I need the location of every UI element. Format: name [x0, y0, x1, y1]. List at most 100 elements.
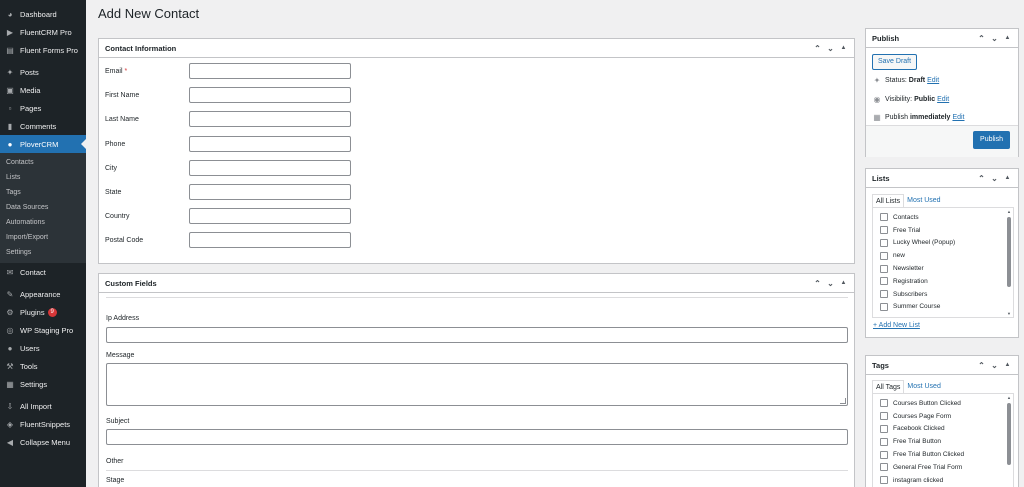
sidebar-item-wp-staging-pro[interactable]: ◎ WP Staging Pro — [0, 321, 86, 339]
submenu-item-data-sources[interactable]: Data Sources — [0, 200, 86, 215]
submenu-item-settings[interactable]: Settings — [0, 245, 86, 260]
sidebar-item-fluent-forms-pro[interactable]: ▤ Fluent Forms Pro — [0, 41, 86, 59]
publish-button[interactable]: Publish — [973, 131, 1010, 149]
sidebar-item-fluentcrm-pro[interactable]: ▶ FluentCRM Pro — [0, 23, 86, 41]
checklist-item[interactable]: Courses Page Form — [873, 410, 1013, 423]
sidebar-item-settings[interactable]: ▦ Settings — [0, 375, 86, 393]
checkbox[interactable] — [880, 238, 888, 247]
email-label: Email * — [105, 67, 128, 75]
submenu-item-import-export[interactable]: Import/Export — [0, 230, 86, 245]
subject-input[interactable] — [106, 429, 848, 445]
phone-input[interactable] — [189, 136, 351, 152]
checkbox[interactable] — [880, 476, 888, 485]
submenu-item-tags[interactable]: Tags — [0, 185, 86, 200]
chevron-down-icon[interactable]: ⌄ — [988, 361, 1001, 370]
checkbox[interactable] — [880, 424, 888, 433]
checklist-item[interactable]: Courses Button Clicked — [873, 397, 1013, 410]
sidebar-item-plugins[interactable]: ⚙ Plugins 9 — [0, 303, 86, 321]
checkbox[interactable] — [880, 226, 888, 235]
submenu-item-automations[interactable]: Automations — [0, 215, 86, 230]
sidebar-item-pages[interactable]: ▫ Pages — [0, 99, 86, 117]
ip-address-input[interactable] — [106, 327, 848, 343]
checklist-item[interactable]: Lucky Wheel (Popup) — [873, 237, 1013, 250]
checkbox[interactable] — [880, 264, 888, 273]
checkbox[interactable] — [880, 399, 888, 408]
checkbox[interactable] — [880, 463, 888, 472]
checklist-item[interactable]: Summer Course — [873, 301, 1013, 314]
visibility-row: ◉ Visibility: Public Edit — [873, 95, 950, 104]
checkbox[interactable] — [880, 290, 888, 299]
checklist-item[interactable]: Contacts — [873, 211, 1013, 224]
scroll-up-icon[interactable]: ▲ — [1006, 209, 1012, 214]
country-label: Country — [105, 212, 130, 220]
checklist-item[interactable]: General Free Trial Form — [873, 461, 1013, 474]
checklist-item[interactable]: Subscribers — [873, 288, 1013, 301]
toggle-triangle-icon[interactable]: ▲ — [1001, 362, 1014, 368]
checklist-item[interactable]: new — [873, 249, 1013, 262]
first-name-input[interactable] — [189, 87, 351, 103]
field-row-state: State — [105, 184, 351, 200]
scroll-up-icon[interactable]: ▲ — [1006, 395, 1012, 400]
checklist-item[interactable]: instagram clicked — [873, 474, 1013, 487]
chevron-up-icon[interactable]: ⌃ — [975, 174, 988, 183]
toggle-triangle-icon[interactable]: ▲ — [1001, 175, 1014, 181]
edit-visibility-link[interactable]: Edit — [937, 96, 949, 103]
checklist-item[interactable]: Free Trial Button — [873, 435, 1013, 448]
email-input[interactable] — [189, 63, 351, 79]
chevron-down-icon[interactable]: ⌄ — [824, 44, 837, 53]
checkbox[interactable] — [880, 437, 888, 446]
postal-code-input[interactable] — [189, 232, 351, 248]
sidebar-item-appearance[interactable]: ✎ Appearance — [0, 285, 86, 303]
sidebar-item-users[interactable]: ● Users — [0, 339, 86, 357]
checkbox[interactable] — [880, 213, 888, 222]
toggle-triangle-icon[interactable]: ▲ — [837, 45, 850, 51]
scroll-thumb[interactable] — [1007, 217, 1011, 287]
scrollbar[interactable]: ▲▼ — [1006, 209, 1012, 316]
last-name-input[interactable] — [189, 111, 351, 127]
scrollbar[interactable]: ▲▼ — [1006, 395, 1012, 487]
edit-publish-time-link[interactable]: Edit — [952, 114, 964, 121]
message-textarea[interactable] — [106, 363, 848, 406]
sidebar-item-media[interactable]: ▣ Media — [0, 81, 86, 99]
sidebar-item-fluentsnippets[interactable]: ◈ FluentSnippets — [0, 415, 86, 433]
toggle-triangle-icon[interactable]: ▲ — [1001, 35, 1014, 41]
state-input[interactable] — [189, 184, 351, 200]
checkbox[interactable] — [880, 251, 888, 260]
chevron-up-icon[interactable]: ⌃ — [975, 34, 988, 43]
field-row-first-name: First Name — [105, 87, 351, 103]
chevron-up-icon[interactable]: ⌃ — [811, 44, 824, 53]
checklist-item[interactable]: Free Trial Button Clicked — [873, 448, 1013, 461]
checkbox[interactable] — [880, 302, 888, 311]
add-new-list-link[interactable]: + Add New List — [873, 322, 920, 329]
chevron-up-icon[interactable]: ⌃ — [811, 279, 824, 288]
checkbox[interactable] — [880, 277, 888, 286]
toggle-triangle-icon[interactable]: ▲ — [837, 280, 850, 286]
edit-status-link[interactable]: Edit — [927, 77, 939, 84]
checklist-item[interactable]: Facebook Clicked — [873, 423, 1013, 436]
save-draft-button[interactable]: Save Draft — [872, 54, 918, 70]
chevron-down-icon[interactable]: ⌄ — [988, 34, 1001, 43]
checkbox[interactable] — [880, 450, 888, 459]
import-icon: ⇩ — [6, 401, 14, 411]
scroll-thumb[interactable] — [1007, 403, 1011, 465]
chevron-up-icon[interactable]: ⌃ — [975, 361, 988, 370]
checkbox[interactable] — [880, 412, 888, 421]
checklist-item[interactable]: Free Trial — [873, 224, 1013, 237]
chevron-down-icon[interactable]: ⌄ — [824, 279, 837, 288]
sidebar-item-collapse-menu[interactable]: ◀ Collapse Menu — [0, 433, 86, 451]
city-input[interactable] — [189, 160, 351, 176]
sidebar-item-tools[interactable]: ⚒ Tools — [0, 357, 86, 375]
sidebar-item-contact[interactable]: ✉ Contact — [0, 263, 86, 281]
checklist-item[interactable]: Registration — [873, 275, 1013, 288]
country-input[interactable] — [189, 208, 351, 224]
sidebar-item-plovercrm[interactable]: ● PloverCRM — [0, 135, 86, 153]
sidebar-item-comments[interactable]: ▮ Comments — [0, 117, 86, 135]
sidebar-item-dashboard[interactable]: ◕ Dashboard — [0, 5, 86, 23]
checklist-item[interactable]: Newsletter — [873, 262, 1013, 275]
sidebar-item-all-import[interactable]: ⇩ All Import — [0, 397, 86, 415]
chevron-down-icon[interactable]: ⌄ — [988, 174, 1001, 183]
scroll-down-icon[interactable]: ▼ — [1006, 311, 1012, 316]
sidebar-item-posts[interactable]: ✦ Posts — [0, 63, 86, 81]
submenu-item-contacts[interactable]: Contacts — [0, 155, 86, 170]
submenu-item-lists[interactable]: Lists — [0, 170, 86, 185]
